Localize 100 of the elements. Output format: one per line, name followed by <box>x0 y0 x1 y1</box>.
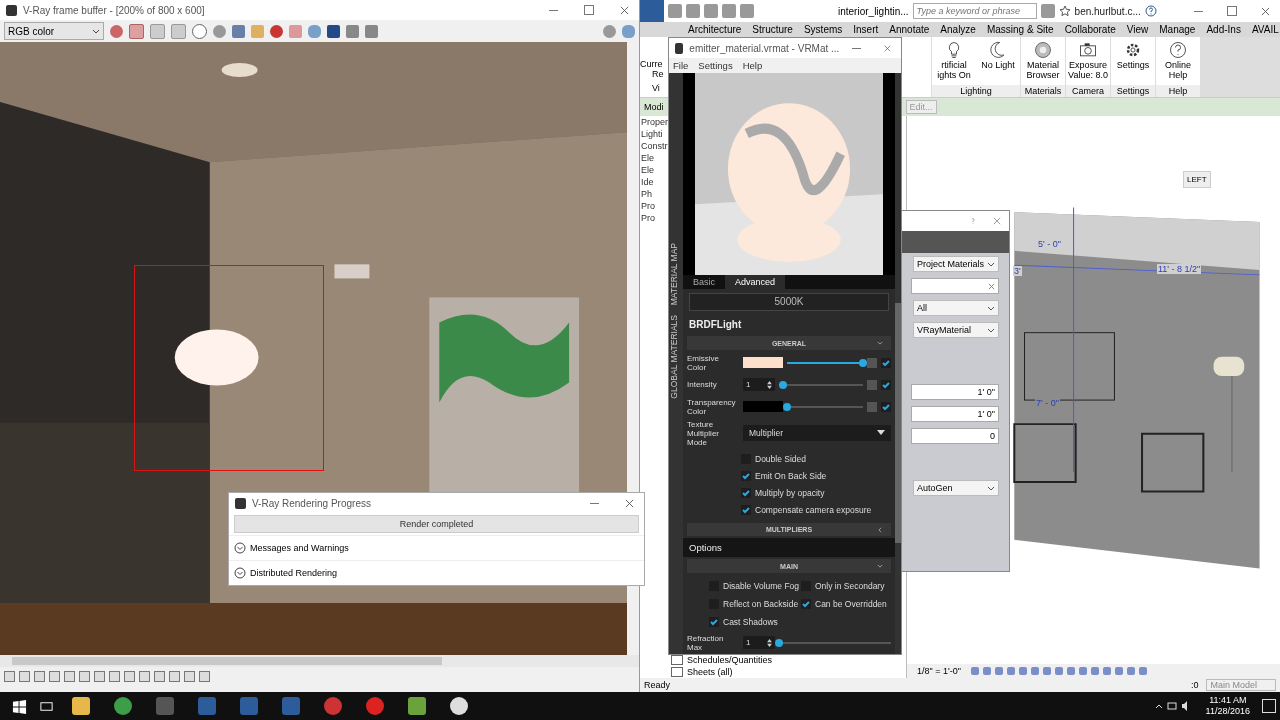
checkbox-option[interactable]: Multiply by opacity <box>741 488 895 499</box>
preset-field[interactable]: 5000K <box>689 293 889 312</box>
spinner-arrows-icon[interactable] <box>767 380 772 389</box>
windows-start-icon[interactable] <box>12 698 27 714</box>
checkbox[interactable] <box>881 379 891 390</box>
ribbon-button[interactable]: Online Help <box>1156 37 1200 85</box>
slider[interactable] <box>779 383 863 386</box>
small-tool-icon[interactable] <box>94 670 105 682</box>
ribbon-tab[interactable]: AVAIL <box>1251 24 1279 35</box>
small-tool-icon[interactable] <box>4 670 15 682</box>
ribbon-tab[interactable]: Annotate <box>889 24 930 35</box>
checkmark-icon <box>741 471 751 482</box>
star-icon[interactable] <box>1058 5 1071 17</box>
small-tool-icon[interactable] <box>184 670 195 682</box>
small-tool-icon[interactable] <box>169 670 180 682</box>
expander-row[interactable]: Distributed Rendering <box>229 560 644 585</box>
ring-tool-icon[interactable] <box>192 23 207 39</box>
small-tool-icon[interactable] <box>124 670 135 682</box>
checkbox-option[interactable]: Cast Shadows <box>709 616 801 627</box>
close-icon[interactable] <box>884 43 891 53</box>
spinner-arrows-icon[interactable] <box>767 638 772 647</box>
expander-row[interactable]: Messages and Warnings <box>229 535 644 560</box>
ribbon-tab[interactable]: Manage <box>1159 24 1196 35</box>
ribbon-tab[interactable]: Architecture <box>688 24 742 35</box>
checkbox[interactable] <box>881 357 891 368</box>
browser-item[interactable]: Sheets (all) <box>641 666 906 678</box>
close-icon[interactable] <box>620 5 629 15</box>
ball-tool-icon[interactable] <box>603 24 616 38</box>
dropdown[interactable]: AutoGen <box>913 480 999 496</box>
small-tool-icon[interactable] <box>139 670 150 682</box>
input-field[interactable]: 1' 0" <box>911 406 999 422</box>
ribbon-tab[interactable]: Add-Ins <box>1206 24 1241 35</box>
ribbon-tab[interactable]: Systems <box>803 24 843 35</box>
ribbon-tab[interactable]: Insert <box>853 24 879 35</box>
tab[interactable]: Basic <box>683 275 725 290</box>
user-name[interactable]: ben.hurlbut.c... <box>1074 5 1141 17</box>
small-tool-icon[interactable] <box>154 670 165 682</box>
small-tool-icon[interactable] <box>64 670 75 682</box>
vertical-scrollbar[interactable] <box>895 73 901 654</box>
binoculars-icon[interactable] <box>1040 4 1055 18</box>
color-swatch[interactable] <box>743 401 783 413</box>
ribbon-button[interactable]: Exposure Value: 8.0 <box>1066 37 1110 85</box>
clear-icon[interactable] <box>988 282 995 290</box>
small-tool-icon[interactable] <box>79 670 90 682</box>
horizontal-scrollbar[interactable] <box>0 655 639 667</box>
close-icon[interactable] <box>993 217 1001 225</box>
ribbon-button[interactable]: rtificial ights On <box>932 37 976 85</box>
search-field[interactable]: Type a keyword or phrase <box>912 3 1037 19</box>
checkbox-option[interactable]: Reflect on Backside <box>709 598 801 609</box>
view-cube[interactable]: LEFT <box>1183 171 1211 188</box>
checkbox-option[interactable]: Disable Volume Fog <box>709 580 801 591</box>
ribbon-tab[interactable]: Collaborate <box>1064 24 1116 35</box>
menu-item[interactable]: Help <box>742 60 763 71</box>
tab[interactable]: Advanced <box>725 275 786 290</box>
render-region-frame[interactable] <box>134 265 324 471</box>
spinner-field[interactable]: 1 <box>743 378 775 392</box>
notification-icon[interactable] <box>1262 699 1276 713</box>
ribbon-tab[interactable]: Massing & Site <box>986 24 1054 35</box>
ribbon-tab[interactable]: View <box>1126 24 1149 35</box>
checkbox-option[interactable]: Double Sided <box>741 454 895 465</box>
checkbox-option[interactable]: Emit On Back Side <box>741 471 895 482</box>
chevron-down-icon <box>987 485 995 491</box>
input-field[interactable]: 1' 0" <box>911 384 999 400</box>
checkbox-option[interactable]: Compensate camera exposure <box>741 505 895 516</box>
small-tool-icon[interactable] <box>199 670 210 682</box>
help-icon[interactable] <box>1144 5 1157 17</box>
ribbon-button-label[interactable]: Re <box>640 69 668 79</box>
small-tool-icon[interactable] <box>19 670 30 682</box>
ribbon-button[interactable]: Material Browser <box>1021 37 1065 85</box>
dropdown[interactable]: Project Materials <box>913 256 999 272</box>
ribbon-button[interactable]: No Light <box>976 37 1020 85</box>
ribbon-button-label[interactable]: Curre <box>640 59 668 69</box>
close-icon[interactable] <box>1261 6 1270 16</box>
spinner-field[interactable]: 0 <box>911 428 999 444</box>
browser-item[interactable]: Schedules/Quantities <box>641 654 906 666</box>
ribbon-tab[interactable]: Analyze <box>940 24 976 35</box>
help-icon[interactable] <box>969 217 977 225</box>
dropdown[interactable]: All <box>913 300 999 316</box>
menu-item[interactable]: Settings <box>698 60 733 71</box>
color-swatch[interactable] <box>743 357 783 369</box>
dropdown[interactable]: VRayMaterial <box>913 322 999 338</box>
small-tool-icon[interactable] <box>34 670 45 682</box>
search-field[interactable] <box>911 278 999 294</box>
view-scale[interactable]: 1/8" = 1'-0" <box>917 666 961 676</box>
close-icon[interactable] <box>625 498 634 508</box>
checkbox[interactable] <box>881 401 891 412</box>
checkbox-option[interactable]: Only in Secondary <box>801 580 895 591</box>
chevron-down-icon <box>987 327 995 333</box>
side-tab[interactable]: MATERIAL MAP <box>669 243 683 306</box>
channel-dropdown[interactable]: RGB color <box>4 22 104 40</box>
ball-tool-icon[interactable] <box>213 24 226 38</box>
ribbon-tab[interactable]: Structure <box>752 24 793 35</box>
checkbox-option[interactable]: Can be Overridden <box>801 598 895 609</box>
dropdown[interactable]: Multiplier <box>743 425 891 441</box>
spinner-field[interactable]: 1 <box>743 636 775 650</box>
ribbon-button[interactable]: Settings <box>1111 37 1155 85</box>
small-tool-icon[interactable] <box>109 670 120 682</box>
small-tool-icon[interactable] <box>49 670 60 682</box>
side-tab[interactable]: GLOBAL MATERIALS <box>669 315 683 399</box>
menu-item[interactable]: File <box>673 60 689 71</box>
